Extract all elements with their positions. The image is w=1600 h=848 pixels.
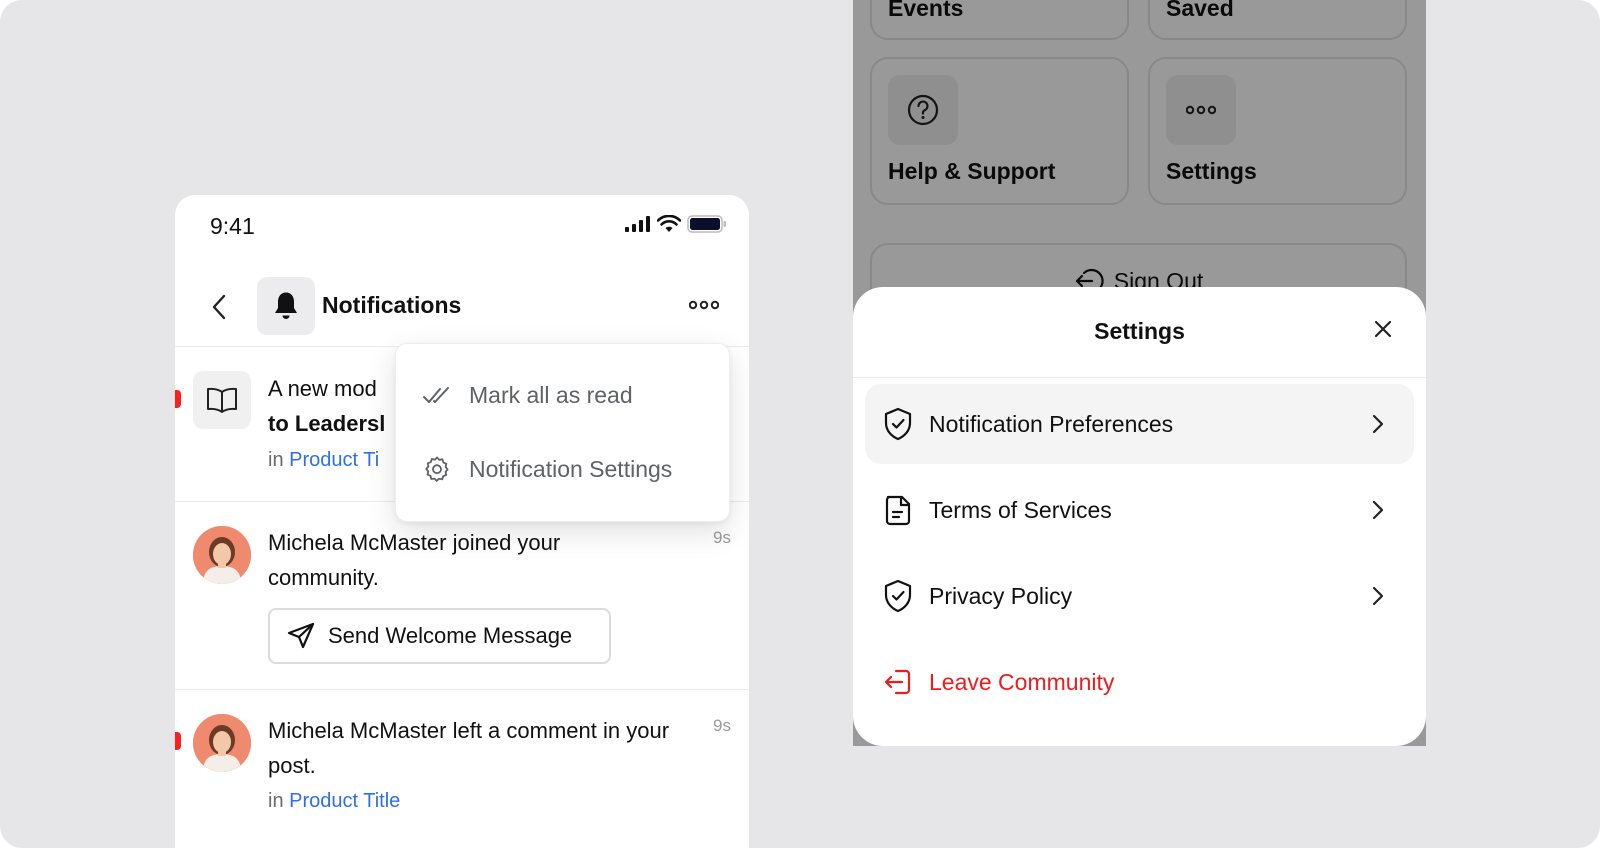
module-icon-box: [193, 371, 251, 429]
product-link[interactable]: Product Title: [289, 790, 400, 812]
double-check-icon: [423, 387, 449, 403]
notification-item[interactable]: Michela McMaster left a comment in your …: [175, 690, 749, 848]
back-button[interactable]: [203, 287, 235, 327]
avatar: [193, 526, 251, 584]
notification-settings-menu-item[interactable]: Notification Settings: [422, 449, 672, 489]
notification-settings-label: Notification Settings: [469, 455, 673, 482]
chevron-right-icon: [1372, 414, 1384, 434]
notification-preferences-label: Notification Preferences: [929, 410, 1174, 437]
bell-icon: [275, 292, 297, 319]
sheet-title: Settings: [1094, 318, 1185, 344]
shield-check-icon: [884, 407, 912, 441]
status-icons: [625, 215, 727, 233]
document-icon: [885, 495, 911, 526]
notification-text-prefix: A new mod: [268, 376, 377, 401]
signal-icon: [625, 216, 650, 232]
notification-preferences-item[interactable]: Notification Preferences: [865, 384, 1414, 464]
status-time: 9:41: [210, 213, 255, 239]
chevron-right-icon: [1372, 500, 1384, 520]
page-title: Notifications: [322, 292, 462, 318]
chevron-right-icon: [1372, 586, 1384, 606]
settings-screen: Events Saved Help & Support Settings Sig…: [853, 0, 1426, 746]
notifications-phone: 9:41 Notifications A new mod to Leadersl…: [175, 195, 749, 848]
unread-indicator: [175, 390, 181, 408]
meta-prefix: in: [268, 449, 284, 471]
chevron-left-icon: [212, 294, 226, 320]
more-dots-icon: [689, 300, 719, 310]
settings-sheet: Settings Notification Preferences Terms …: [853, 287, 1426, 746]
bell-icon-box: [257, 277, 315, 335]
close-icon: [1374, 320, 1392, 338]
battery-icon: [687, 215, 726, 233]
mark-all-read-label: Mark all as read: [469, 381, 633, 408]
book-icon: [207, 387, 237, 413]
more-options-dropdown: Mark all as read Notification Settings: [395, 343, 730, 522]
time-ago: 9s: [713, 716, 731, 735]
notification-meta: in Product Title: [268, 790, 400, 813]
leave-community-item[interactable]: Leave Community: [865, 642, 1414, 722]
avatar: [193, 714, 251, 772]
notification-text: Michela McMaster joined your community.: [268, 530, 561, 590]
logout-icon: [884, 669, 911, 695]
leave-community-label: Leave Community: [929, 668, 1115, 695]
meta-prefix: in: [268, 790, 284, 812]
nav-bar: Notifications: [175, 265, 749, 347]
sheet-header: Settings: [853, 287, 1426, 378]
close-button[interactable]: [1368, 314, 1398, 344]
shield-check-icon: [884, 579, 912, 613]
notification-text: Michela McMaster left a comment in your …: [268, 718, 670, 778]
privacy-policy-label: Privacy Policy: [929, 582, 1073, 609]
status-bar: 9:41: [175, 195, 749, 265]
mark-all-read-menu-item[interactable]: Mark all as read: [422, 375, 633, 415]
more-options-button[interactable]: [687, 293, 721, 317]
terms-of-services-label: Terms of Services: [929, 496, 1112, 523]
send-icon: [287, 622, 315, 649]
avatar-image: [193, 526, 251, 584]
terms-of-services-item[interactable]: Terms of Services: [865, 470, 1414, 550]
gear-icon: [425, 456, 449, 482]
product-link[interactable]: Product Ti: [289, 449, 379, 471]
privacy-policy-item[interactable]: Privacy Policy: [865, 556, 1414, 636]
canvas: 9:41 Notifications A new mod to Leadersl…: [0, 0, 1600, 848]
notification-meta: in Product Ti: [268, 449, 379, 472]
notification-item[interactable]: Michela McMaster joined your community. …: [175, 502, 749, 690]
notification-text-bold: to Leadersl: [268, 411, 386, 436]
send-welcome-message-label: Send Welcome Message: [328, 623, 573, 648]
unread-indicator: [175, 732, 181, 750]
time-ago: 9s: [713, 528, 731, 547]
send-welcome-message-button[interactable]: Send Welcome Message: [268, 608, 611, 664]
wifi-icon: [657, 215, 681, 232]
avatar-image: [193, 714, 251, 772]
